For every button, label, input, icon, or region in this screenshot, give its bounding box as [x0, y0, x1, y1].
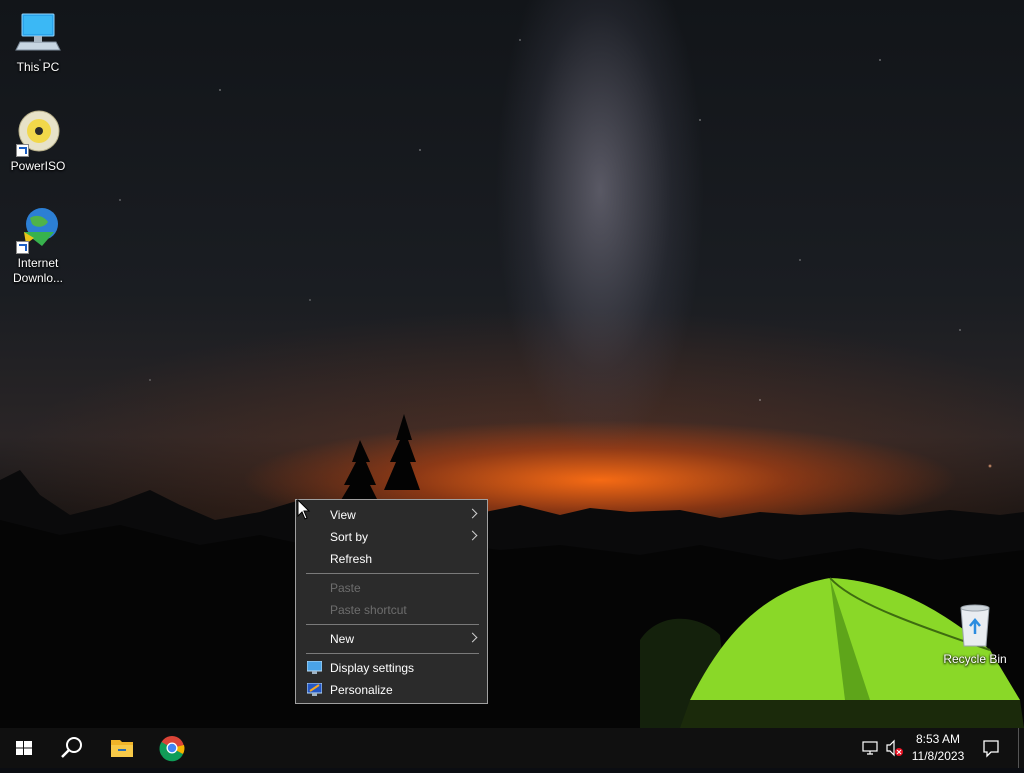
network-tray-button[interactable]: [858, 728, 884, 768]
windows-start-icon: [16, 741, 32, 755]
chevron-right-icon: [467, 530, 478, 541]
recycle-bin-icon: [960, 604, 990, 647]
menu-item-display-settings[interactable]: Display settings: [297, 657, 486, 679]
personalize-icon: [307, 683, 322, 696]
menu-item-sort-by[interactable]: Sort by: [297, 526, 486, 548]
menu-item-label: Paste: [330, 581, 361, 595]
notifications-icon: [983, 740, 999, 758]
menu-item-label: Paste shortcut: [330, 603, 407, 617]
volume-muted-icon: [886, 739, 903, 757]
volume-tray-button[interactable]: [884, 728, 906, 768]
search-button[interactable]: [48, 728, 96, 768]
search-icon: [61, 737, 82, 758]
shortcut-arrow-icon: [16, 241, 29, 254]
menu-separator: [306, 653, 479, 654]
desktop-icon-label: This PC: [16, 60, 60, 74]
desktop-icon-label: Internet Downlo...: [12, 256, 64, 285]
menu-item-label: Refresh: [330, 552, 373, 566]
menu-separator: [306, 624, 479, 625]
menu-item-label: Display settings: [330, 661, 415, 675]
chevron-right-icon: [467, 632, 478, 643]
clock-time: 8:53 AM: [915, 732, 961, 746]
desktop-icon-recycle-bin[interactable]: Recycle Bin: [938, 602, 1012, 667]
display-settings-icon: [307, 661, 322, 674]
desktop-context-menu: View Sort by Refresh Paste Paste shortcu…: [295, 499, 488, 704]
menu-item-view[interactable]: View: [297, 504, 486, 526]
clock-date: 11/8/2023: [911, 749, 965, 763]
mouse-cursor-icon: [297, 499, 311, 520]
menu-item-label: Sort by: [330, 530, 369, 544]
shortcut-arrow-icon: [16, 144, 29, 157]
desktop-icon-this-pc[interactable]: This PC: [1, 10, 75, 75]
menu-item-personalize[interactable]: Personalize: [297, 679, 486, 701]
desktop-icon-internet-download-manager[interactable]: Internet Downlo...: [1, 206, 75, 286]
menu-item-label: View: [330, 508, 356, 522]
menu-item-label: Personalize: [330, 683, 393, 697]
computer-icon: [15, 13, 61, 51]
file-explorer-icon: [111, 740, 133, 757]
desktop-icon-poweriso[interactable]: PowerISO: [1, 109, 75, 174]
file-explorer-button[interactable]: [98, 728, 146, 768]
desktop-wallpaper[interactable]: [0, 0, 1024, 728]
menu-item-label: New: [330, 632, 355, 646]
chrome-icon: [159, 736, 185, 762]
menu-item-new[interactable]: New: [297, 628, 486, 650]
menu-item-paste-shortcut[interactable]: Paste shortcut: [297, 599, 486, 621]
menu-separator: [306, 573, 479, 574]
clock[interactable]: 8:53 AM 11/8/2023: [905, 731, 971, 765]
action-center-button[interactable]: [976, 728, 1006, 768]
taskbar: 8:53 AM 11/8/2023: [0, 728, 1024, 768]
menu-item-paste[interactable]: Paste: [297, 577, 486, 599]
desktop-icon-label: Recycle Bin: [943, 652, 1007, 666]
chrome-button[interactable]: [148, 728, 196, 768]
network-icon: [862, 741, 878, 755]
landscape-silhouette: [0, 414, 1024, 728]
start-button[interactable]: [0, 728, 48, 768]
menu-item-refresh[interactable]: Refresh: [297, 548, 486, 570]
desktop-icon-label: PowerISO: [10, 159, 66, 173]
show-desktop-button[interactable]: [1018, 728, 1024, 768]
chevron-right-icon: [467, 508, 478, 519]
